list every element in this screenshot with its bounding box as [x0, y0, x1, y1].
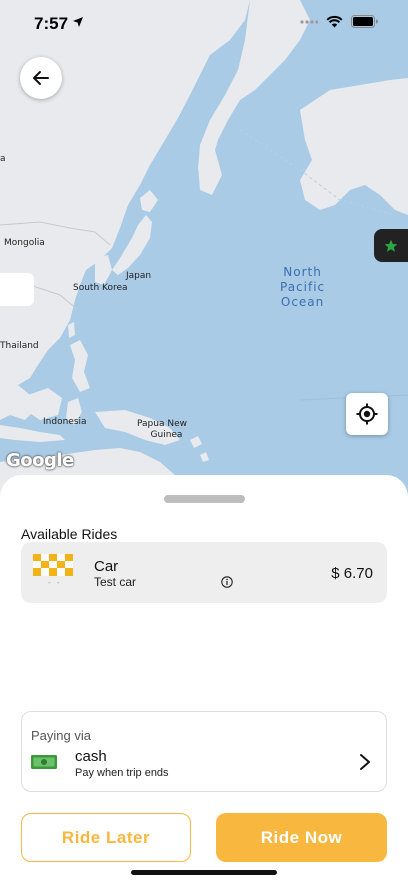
- wifi-icon: [326, 15, 343, 28]
- battery-icon: [351, 15, 378, 28]
- map-label-japan: Japan: [126, 271, 152, 281]
- google-logo: Google: [6, 450, 74, 471]
- taxi-icon: [33, 554, 73, 576]
- ride-description: Test car: [94, 575, 137, 589]
- paying-via-label: Paying via: [31, 728, 91, 743]
- my-location-button[interactable]: [346, 393, 388, 435]
- location-arrow-icon: [73, 17, 83, 27]
- map-label-papua-line2: Guinea: [150, 430, 183, 440]
- back-button[interactable]: [20, 57, 62, 99]
- cellular-signal-icon: [300, 19, 318, 24]
- chevron-right-icon: [360, 754, 370, 770]
- ride-selection-sheet: Available Rides - - Car Test car $ 6.70 …: [0, 475, 408, 883]
- payment-method-subtitle: Pay when trip ends: [75, 767, 169, 779]
- map-label-ocean-line2: Pacific: [280, 280, 326, 294]
- map-label-thailand: Thailand: [0, 341, 39, 351]
- ride-option-card[interactable]: - - Car Test car $ 6.70: [21, 542, 387, 603]
- map-label-mongolia: Mongolia: [4, 238, 45, 248]
- status-time: 7:57: [34, 14, 69, 33]
- ride-eta: - -: [48, 578, 62, 587]
- status-bar: 7:57: [0, 0, 408, 44]
- arrow-left-icon: [33, 71, 49, 85]
- crosshair-icon: [356, 403, 378, 425]
- info-icon[interactable]: [221, 576, 233, 588]
- map-label-edge: a: [0, 154, 6, 164]
- map-label-indonesia: Indonesia: [43, 417, 87, 427]
- map-label-south-korea: South Korea: [73, 283, 128, 293]
- map-label-ocean-line1: North: [283, 265, 322, 279]
- ride-name: Car: [94, 558, 119, 575]
- star-icon: [384, 239, 398, 252]
- payment-method-card[interactable]: Paying via cash Pay when trip ends: [21, 711, 387, 792]
- map-label-papua: Papua New Guinea: [137, 419, 187, 441]
- available-rides-title: Available Rides: [21, 526, 118, 542]
- ride-price: $ 6.70: [331, 565, 373, 582]
- home-indicator[interactable]: [131, 870, 277, 875]
- favorites-button[interactable]: [374, 229, 408, 262]
- map-label-ocean: North Pacific Ocean: [280, 265, 325, 310]
- map-label-papua-line1: Papua New: [137, 419, 187, 429]
- side-panel-tab[interactable]: [0, 273, 34, 306]
- payment-method-name: cash: [75, 748, 107, 765]
- status-icons: [300, 15, 378, 28]
- sheet-drag-handle[interactable]: [164, 495, 245, 503]
- map-label-ocean-line3: Ocean: [280, 295, 325, 309]
- cash-icon: [31, 755, 57, 769]
- ride-now-button[interactable]: Ride Now: [216, 813, 387, 862]
- ride-later-button[interactable]: Ride Later: [21, 813, 191, 862]
